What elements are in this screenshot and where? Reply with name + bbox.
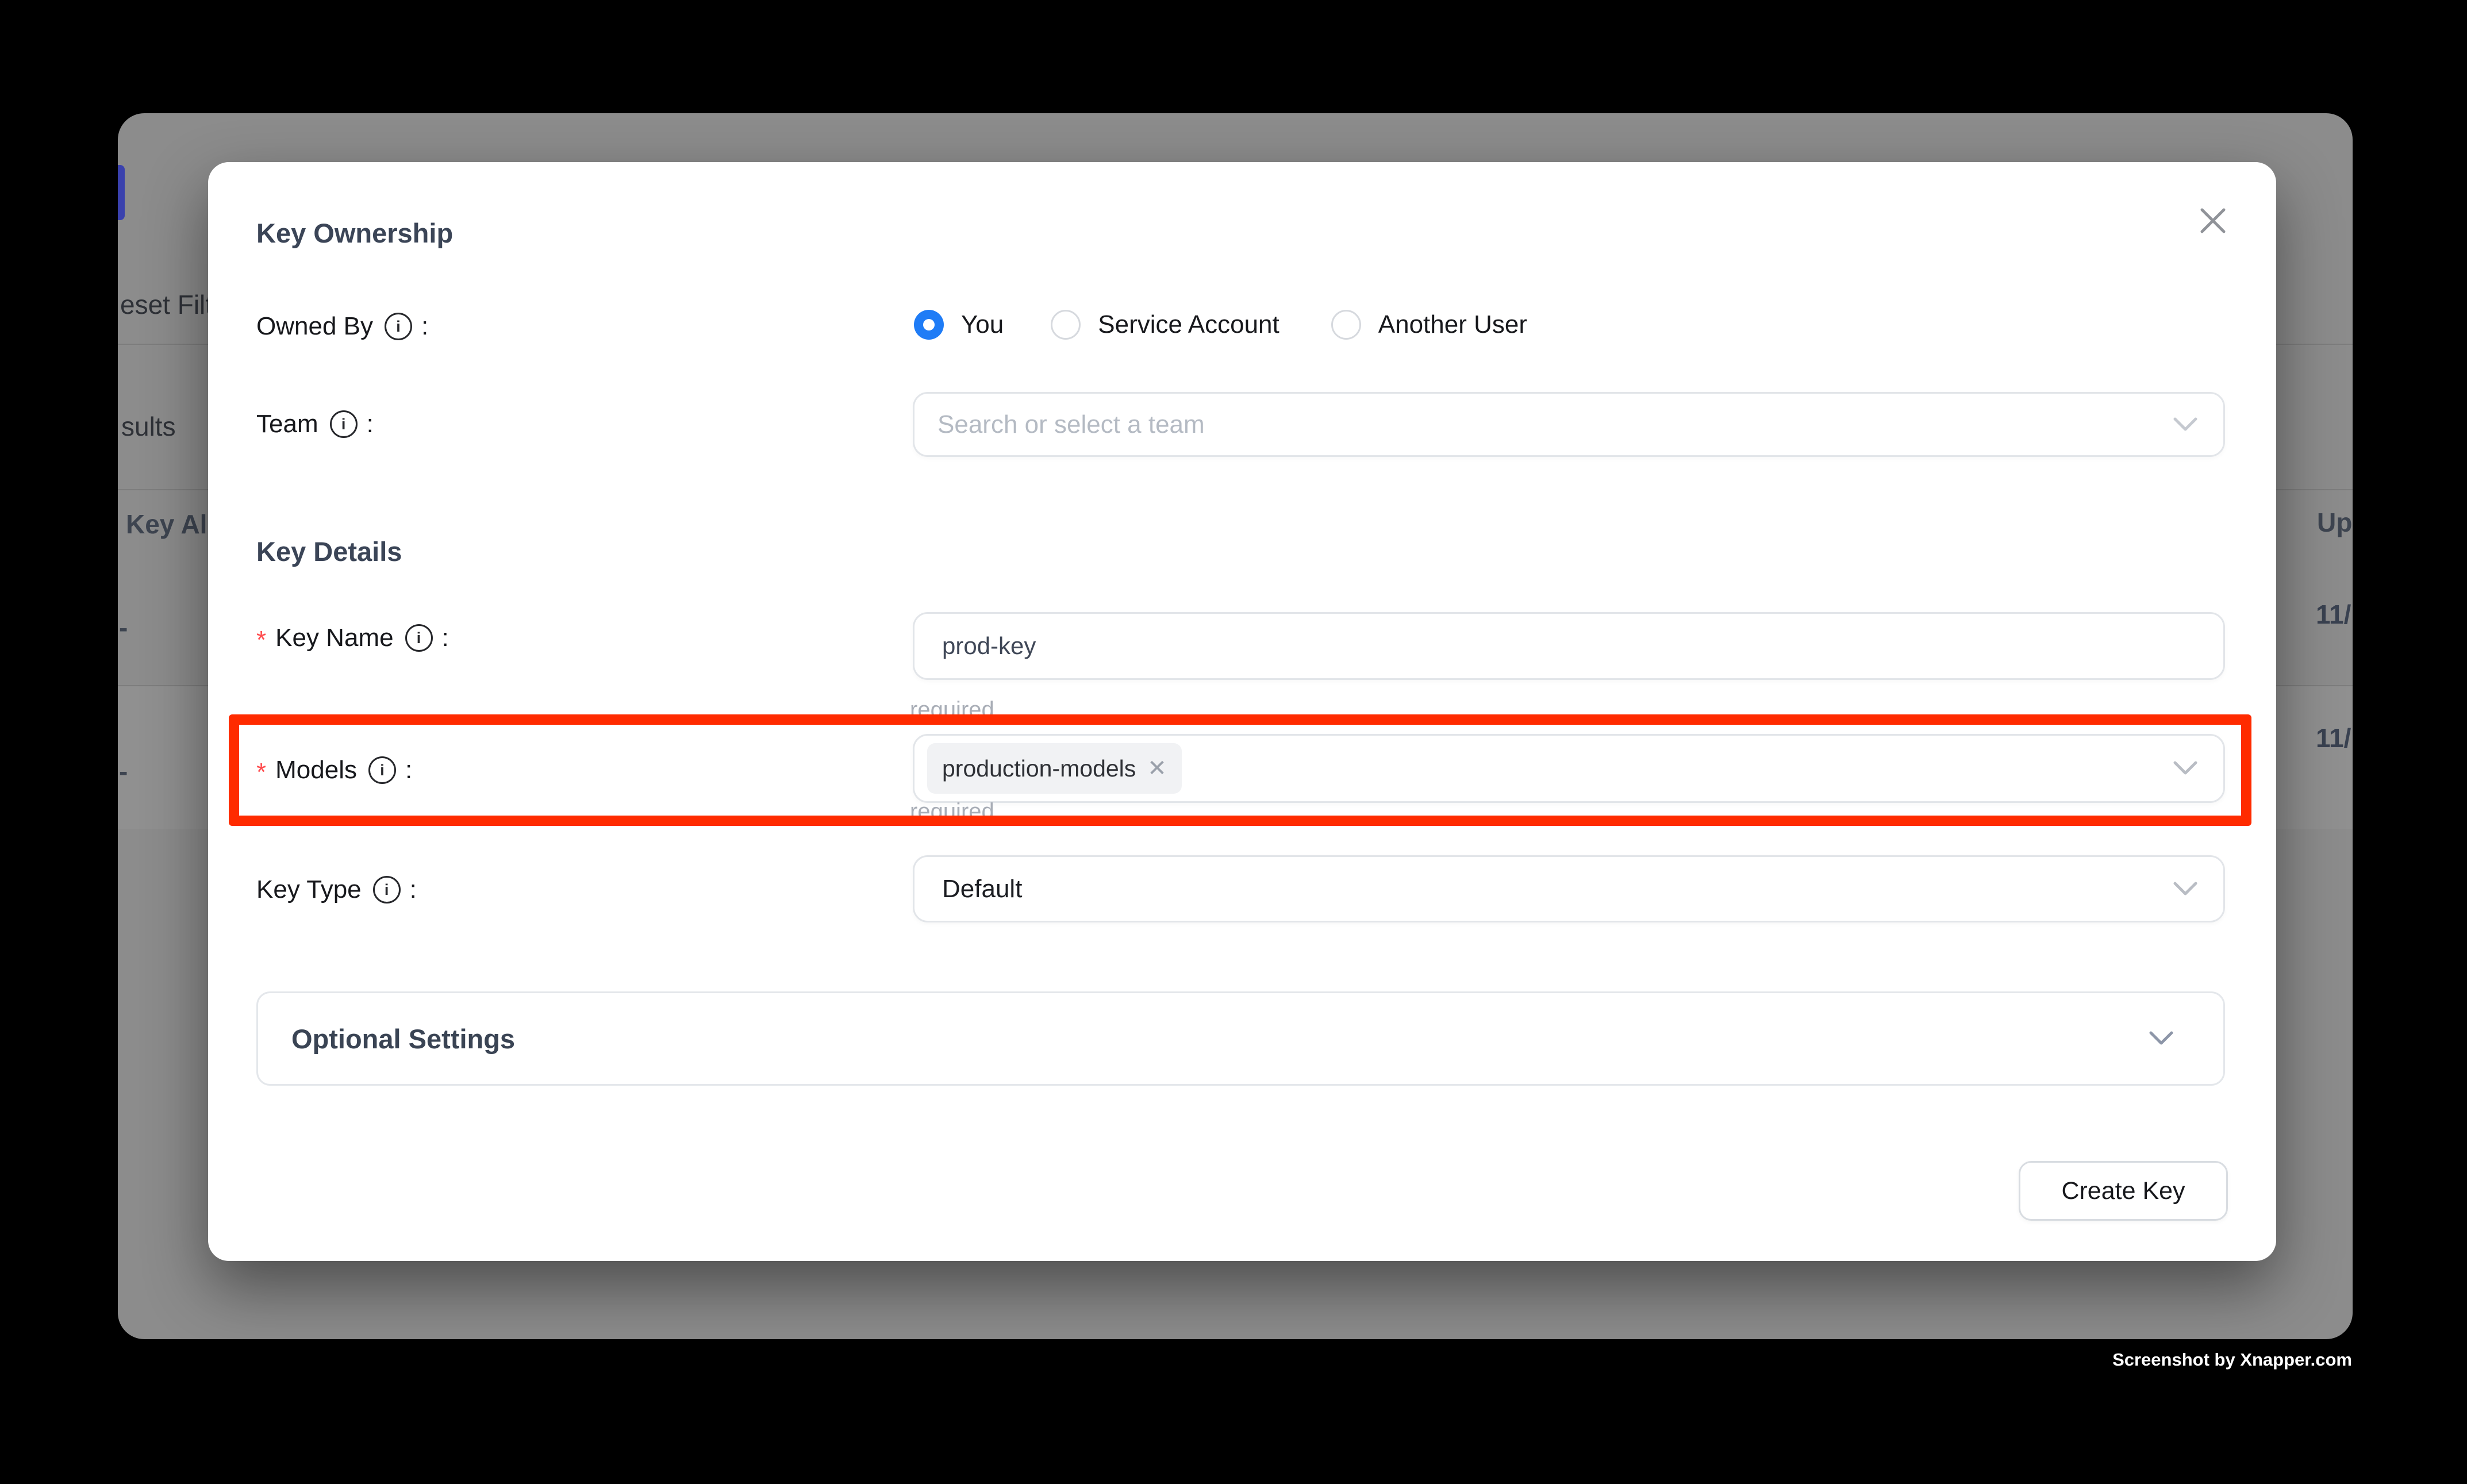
chevron-down-icon (2173, 417, 2198, 433)
models-required-error: required (910, 799, 994, 825)
required-asterisk: * (256, 626, 266, 655)
key-type-value: Default (914, 875, 1022, 904)
watermark-text: Screenshot by Xnapper.com (2112, 1350, 2352, 1370)
model-tag: production-models ✕ (927, 743, 1182, 794)
chevron-down-icon (2173, 881, 2198, 897)
optional-settings-header[interactable]: Optional Settings (256, 991, 2225, 1086)
label-colon: : (367, 410, 374, 439)
radio-service-account-label: Service Account (1098, 310, 1279, 339)
table-row-date: 11/ (2316, 599, 2351, 630)
close-button[interactable] (2196, 203, 2230, 238)
radio-selected-icon (914, 310, 944, 340)
model-tag-label: production-models (942, 755, 1136, 782)
label-colon: : (410, 875, 417, 904)
radio-another-user-label: Another User (1378, 310, 1527, 339)
team-label: Team : (256, 408, 374, 440)
optional-settings-title: Optional Settings (291, 1023, 515, 1055)
label-colon: : (405, 756, 412, 785)
info-icon[interactable] (330, 410, 358, 438)
radio-service-account[interactable]: Service Account (1051, 310, 1279, 340)
key-type-select[interactable]: Default (913, 855, 2225, 922)
tag-remove-icon[interactable]: ✕ (1147, 755, 1167, 782)
key-details-title: Key Details (256, 536, 402, 567)
column-header-updated: Up (2317, 507, 2352, 539)
team-label-text: Team (256, 410, 318, 439)
modal-title: Key Ownership (256, 217, 453, 249)
radio-another-user[interactable]: Another User (1331, 310, 1527, 340)
key-name-value: prod-key (914, 632, 1036, 660)
key-name-input[interactable]: prod-key (913, 612, 2225, 680)
table-row-date: 11/ (2316, 722, 2351, 754)
label-colon: : (442, 624, 449, 652)
owned-by-label: Owned By : (256, 310, 428, 343)
results-partial-text: sults (121, 411, 176, 443)
key-type-label-text: Key Type (256, 875, 362, 904)
owned-by-label-text: Owned By (256, 312, 373, 341)
radio-you[interactable]: You (914, 310, 1004, 340)
reset-filters-partial-text: eset Filt (120, 289, 213, 321)
create-key-modal: Key Ownership Owned By : You Service Acc… (208, 162, 2276, 1261)
table-row-cell: - (119, 612, 128, 644)
key-name-required-error: required (910, 697, 994, 723)
radio-unselected-icon (1051, 310, 1081, 340)
team-select-placeholder: Search or select a team (914, 410, 1205, 439)
screenshot-canvas: eset Filt sults Key Alia Up - 11/ - 11/ … (0, 0, 2467, 1484)
team-select[interactable]: Search or select a team (913, 392, 2225, 457)
radio-unselected-icon (1331, 310, 1361, 340)
radio-you-label: You (961, 310, 1004, 339)
table-row-cell: - (119, 756, 128, 787)
key-type-label: Key Type : (256, 874, 417, 906)
label-colon: : (421, 312, 428, 341)
key-name-label-text: Key Name (275, 624, 393, 652)
info-icon[interactable] (385, 313, 412, 340)
info-icon[interactable] (368, 756, 396, 784)
models-select[interactable]: production-models ✕ (913, 734, 2225, 803)
required-asterisk: * (256, 758, 266, 787)
models-label-text: Models (275, 756, 357, 785)
info-icon[interactable] (373, 876, 401, 904)
close-icon (2199, 207, 2227, 234)
models-label: * Models : (256, 754, 412, 786)
info-icon[interactable] (405, 624, 433, 652)
create-key-button-label: Create Key (2061, 1177, 2185, 1205)
create-key-button[interactable]: Create Key (2019, 1161, 2228, 1221)
background-button-fragment (118, 165, 125, 220)
owned-by-radio-group: You Service Account Another User (914, 310, 1527, 340)
chevron-down-icon (2149, 1031, 2174, 1047)
chevron-down-icon (2173, 760, 2198, 776)
key-name-label: * Key Name : (256, 622, 449, 654)
